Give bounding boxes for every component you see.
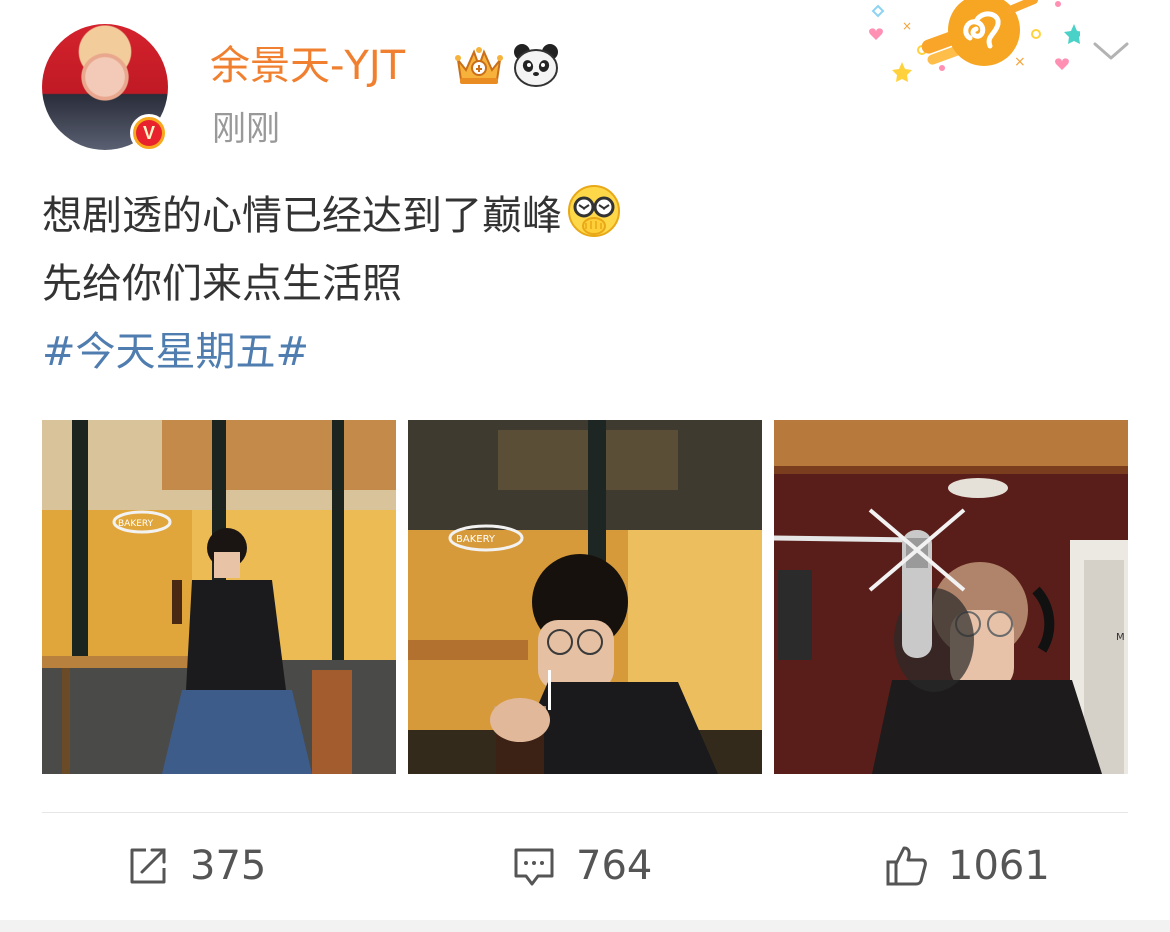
- verified-badge: V: [130, 114, 168, 152]
- photo-1-sign-text: BAKERY: [118, 519, 154, 529]
- post-photo-3[interactable]: M: [774, 420, 1128, 774]
- panda-icon: [514, 44, 558, 87]
- post-text: 想剧透的心情已经达到了巅峰 先给你们来点生活照 #今天星期五#: [42, 182, 1132, 386]
- username[interactable]: 余景天-YJT: [210, 38, 405, 94]
- post-photo-2[interactable]: BAKERY: [408, 420, 762, 774]
- like-button[interactable]: 1061: [884, 836, 1050, 896]
- comment-icon: [514, 848, 554, 886]
- post-timestamp: 刚刚: [212, 109, 280, 149]
- post-text-line-1: 想剧透的心情已经达到了巅峰: [42, 182, 1132, 250]
- post-photo-1[interactable]: BAKERY: [42, 420, 396, 774]
- photo-grid: BAKERY BAKERY M: [42, 420, 1128, 774]
- chevron-down-icon[interactable]: [1092, 36, 1130, 66]
- verified-badge-label: V: [136, 120, 162, 146]
- action-divider: [42, 812, 1128, 813]
- hashtag-link[interactable]: #今天星期五#: [42, 318, 1132, 386]
- weibo-post-card: V 余景天-YJT 刚刚 × × 想剧透的心情已经达到了巅峰 先给你们来点生活照…: [0, 0, 1170, 920]
- thumbs-up-icon: [886, 846, 927, 886]
- zodiac-leo-decoration: × ×: [869, 0, 1080, 82]
- feed-separator: [0, 920, 1170, 932]
- post-text-line-1-text: 想剧透的心情已经达到了巅峰: [42, 193, 562, 239]
- repost-button[interactable]: 375: [126, 836, 266, 896]
- photo-3-sign-text: M: [1116, 632, 1125, 643]
- avatar[interactable]: V: [42, 24, 168, 152]
- photo-2-sign-text: BAKERY: [456, 534, 496, 545]
- glasses-hand-over-mouth-emoji: [568, 185, 620, 237]
- like-count: 1061: [948, 843, 1050, 889]
- repost-count: 375: [190, 843, 267, 889]
- crown-badge-icon[interactable]: [452, 42, 506, 88]
- share-icon: [130, 848, 166, 884]
- post-text-line-2: 先给你们来点生活照: [42, 261, 402, 307]
- svg-text:×: ×: [1014, 54, 1026, 70]
- svg-text:×: ×: [902, 19, 912, 33]
- comment-count: 764: [576, 843, 653, 889]
- comment-button[interactable]: 764: [512, 836, 652, 896]
